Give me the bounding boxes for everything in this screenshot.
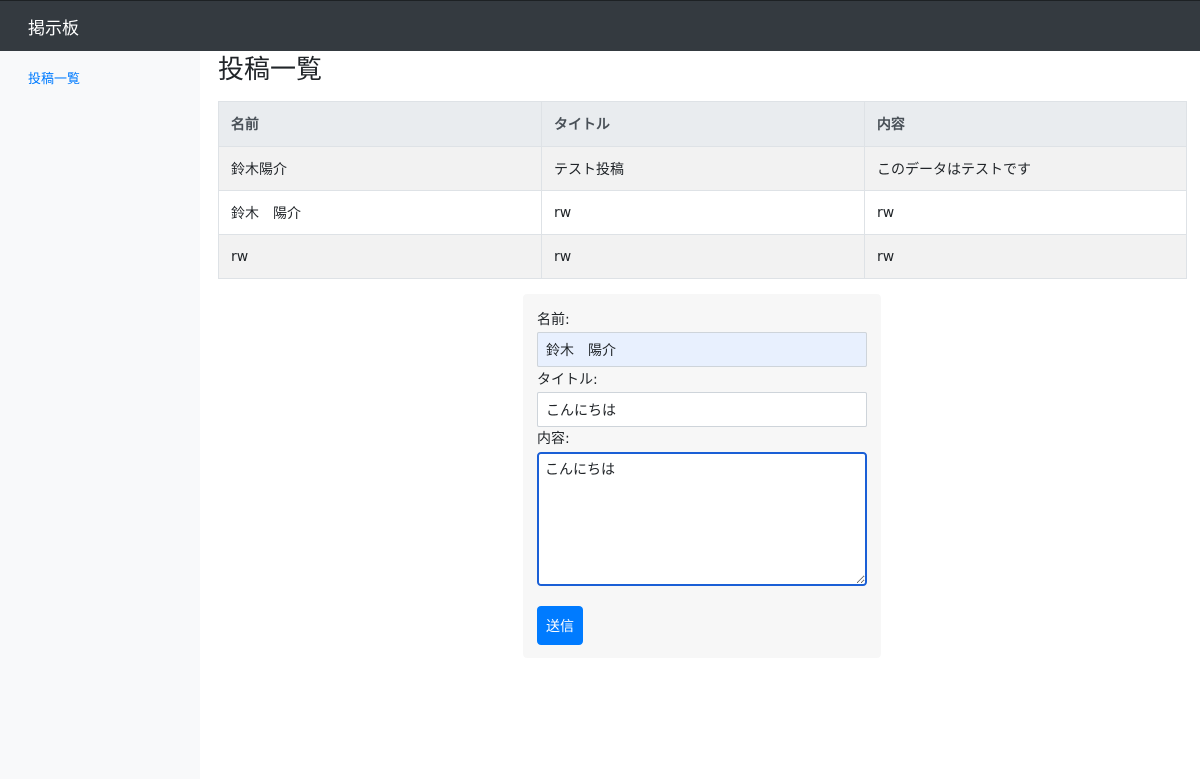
content-label: 内容: bbox=[537, 431, 570, 447]
sidebar-item-post-list[interactable]: 投稿一覧 bbox=[28, 68, 80, 87]
content-textarea[interactable]: こんにちは bbox=[537, 452, 867, 586]
cell-content: rw bbox=[864, 190, 1187, 235]
table-row: rw rw rw bbox=[218, 234, 1187, 279]
title-label: タイトル: bbox=[537, 372, 598, 388]
sidebar: 投稿一覧 bbox=[0, 51, 200, 779]
name-field[interactable] bbox=[537, 332, 867, 367]
table-row: 鈴木陽介 テスト投稿 このデータはテストです bbox=[218, 146, 1187, 191]
cell-name: 鈴木 陽介 bbox=[218, 190, 542, 235]
cell-name: 鈴木陽介 bbox=[218, 146, 542, 191]
cell-content: rw bbox=[864, 234, 1187, 279]
posts-table: 名前 タイトル 内容 鈴木陽介 テスト投稿 このデータはテストです 鈴木 陽介 … bbox=[218, 101, 1187, 279]
post-form: 名前: タイトル: 内容: こんにちは 送信 bbox=[523, 294, 881, 658]
cell-title: rw bbox=[541, 234, 865, 279]
title-field[interactable] bbox=[537, 392, 867, 427]
cell-content: このデータはテストです bbox=[864, 146, 1187, 191]
column-header-name: 名前 bbox=[218, 101, 542, 147]
table-row: 鈴木 陽介 rw rw bbox=[218, 190, 1187, 235]
table-header-row: 名前 タイトル 内容 bbox=[218, 101, 1187, 147]
column-header-title: タイトル bbox=[541, 101, 865, 147]
top-navbar: 掲示板 bbox=[0, 0, 1200, 51]
page-title: 投稿一覧 bbox=[218, 55, 323, 85]
name-label: 名前: bbox=[537, 312, 570, 328]
site-brand[interactable]: 掲示板 bbox=[28, 14, 79, 39]
column-header-content: 内容 bbox=[864, 101, 1187, 147]
cell-name: rw bbox=[218, 234, 542, 279]
submit-button[interactable]: 送信 bbox=[537, 606, 583, 645]
cell-title: テスト投稿 bbox=[541, 146, 865, 191]
cell-title: rw bbox=[541, 190, 865, 235]
